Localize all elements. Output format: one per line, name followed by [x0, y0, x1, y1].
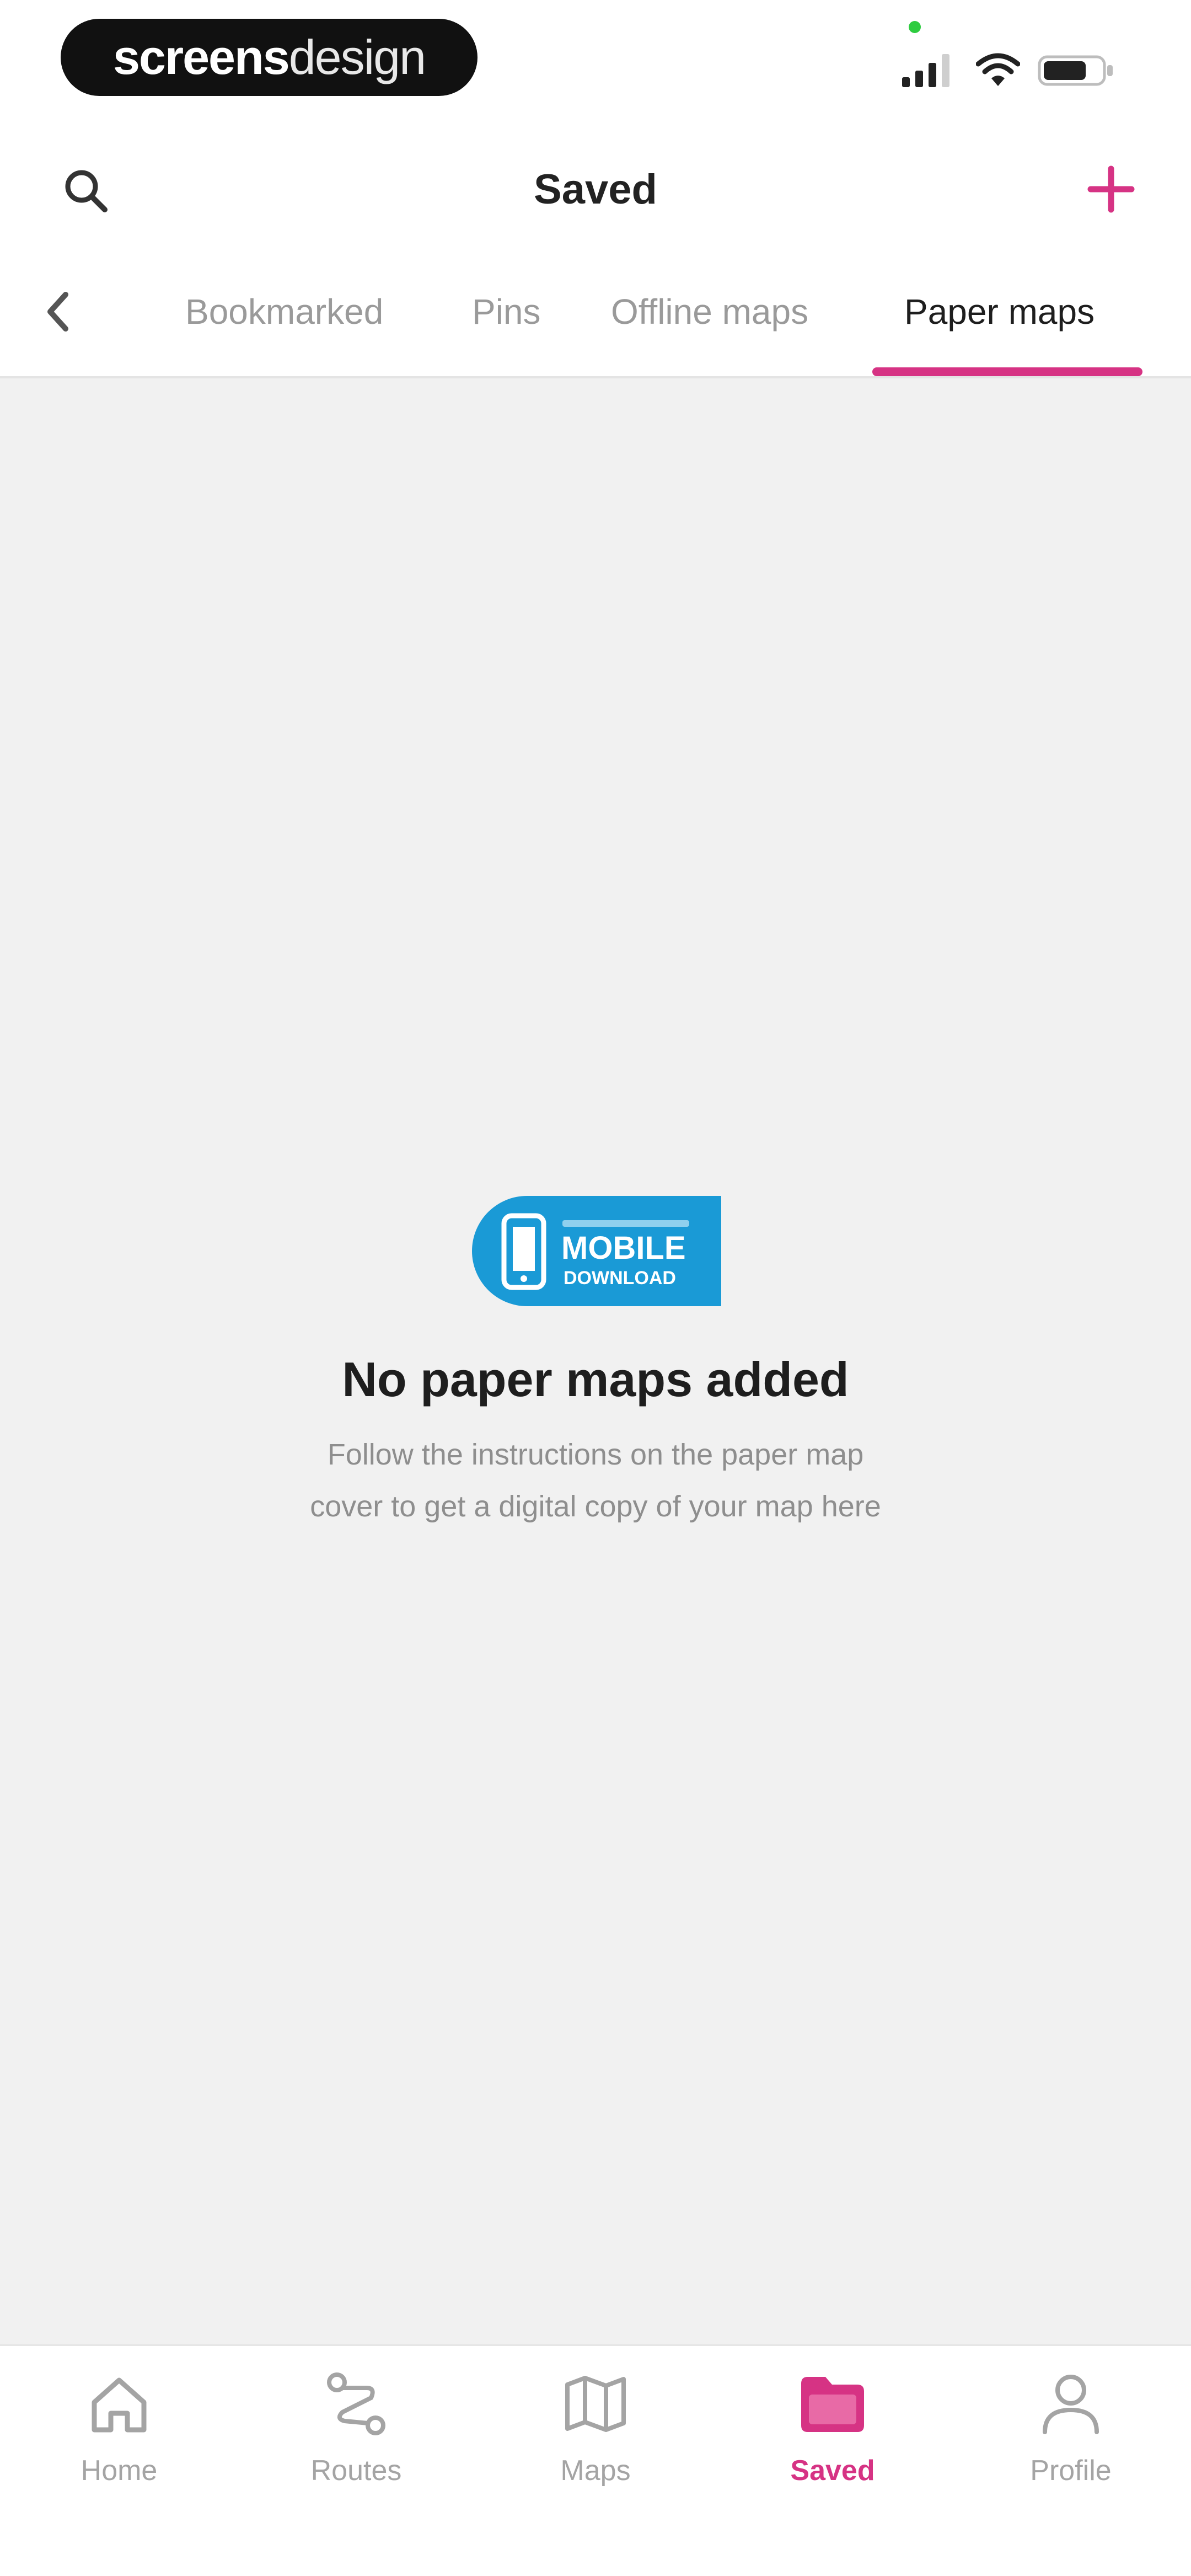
tab-offline-maps[interactable]: Offline maps — [611, 281, 808, 342]
empty-state-description-line-2: cover to get a digital copy of your map … — [310, 1490, 881, 1523]
brand-logo: screens design — [61, 19, 478, 96]
nav-item-home[interactable]: Home — [20, 2363, 218, 2528]
plus-icon — [1087, 165, 1135, 213]
nav-item-maps[interactable]: Maps — [496, 2363, 695, 2528]
empty-state-area: MOBILE DOWNLOAD No paper maps added Foll… — [0, 378, 1191, 2344]
badge-line-download: DOWNLOAD — [564, 1268, 676, 1289]
tab-bookmarked[interactable]: Bookmarked — [185, 281, 383, 342]
empty-state-title: No paper maps added — [342, 1352, 849, 1407]
status-bar: screens design — [0, 0, 1191, 127]
map-icon — [565, 2376, 626, 2432]
nav-item-routes[interactable]: Routes — [257, 2363, 455, 2528]
add-button[interactable] — [1081, 159, 1141, 220]
nav-label-routes: Routes — [310, 2455, 402, 2487]
nav-label-saved: Saved — [790, 2455, 875, 2487]
empty-state-description: Follow the instructions on the paper map… — [237, 1429, 954, 1532]
brand-bold: screens — [112, 30, 290, 84]
chevron-left-icon — [47, 292, 68, 332]
home-icon — [92, 2377, 147, 2433]
nav-label-home: Home — [81, 2455, 158, 2487]
saved-screen: screens design Saved Bookmarked Pins Off… — [0, 0, 1191, 2576]
nav-label-maps: Maps — [560, 2455, 631, 2487]
nav-item-saved[interactable]: Saved — [733, 2363, 932, 2528]
tab-paper-maps[interactable]: Paper maps — [904, 281, 1095, 342]
badge-line-mobile: MOBILE — [561, 1230, 686, 1266]
profile-icon — [1043, 2375, 1099, 2434]
header: Saved — [0, 127, 1191, 226]
tabs-scroll-back-button[interactable] — [33, 281, 83, 342]
empty-state-description-line-1: Follow the instructions on the paper map — [327, 1438, 864, 1471]
active-tab-indicator — [872, 367, 1142, 376]
page-title: Saved — [534, 166, 657, 213]
cellular-signal-icon — [902, 54, 949, 87]
route-icon — [327, 2372, 385, 2435]
bottom-navigation: Home Routes Maps Saved Profile — [0, 2344, 1191, 2576]
nav-item-profile[interactable]: Profile — [972, 2363, 1170, 2528]
tab-pins[interactable]: Pins — [472, 281, 541, 342]
brand-light: design — [288, 30, 426, 84]
nav-label-profile: Profile — [1030, 2455, 1112, 2487]
mobile-download-badge: MOBILE DOWNLOAD — [472, 1196, 721, 1306]
folder-icon — [801, 2377, 864, 2432]
tab-bar: Bookmarked Pins Offline maps Paper maps — [0, 226, 1191, 378]
privacy-indicator — [909, 21, 921, 33]
battery-icon — [1038, 55, 1113, 86]
wifi-icon — [976, 53, 1020, 86]
